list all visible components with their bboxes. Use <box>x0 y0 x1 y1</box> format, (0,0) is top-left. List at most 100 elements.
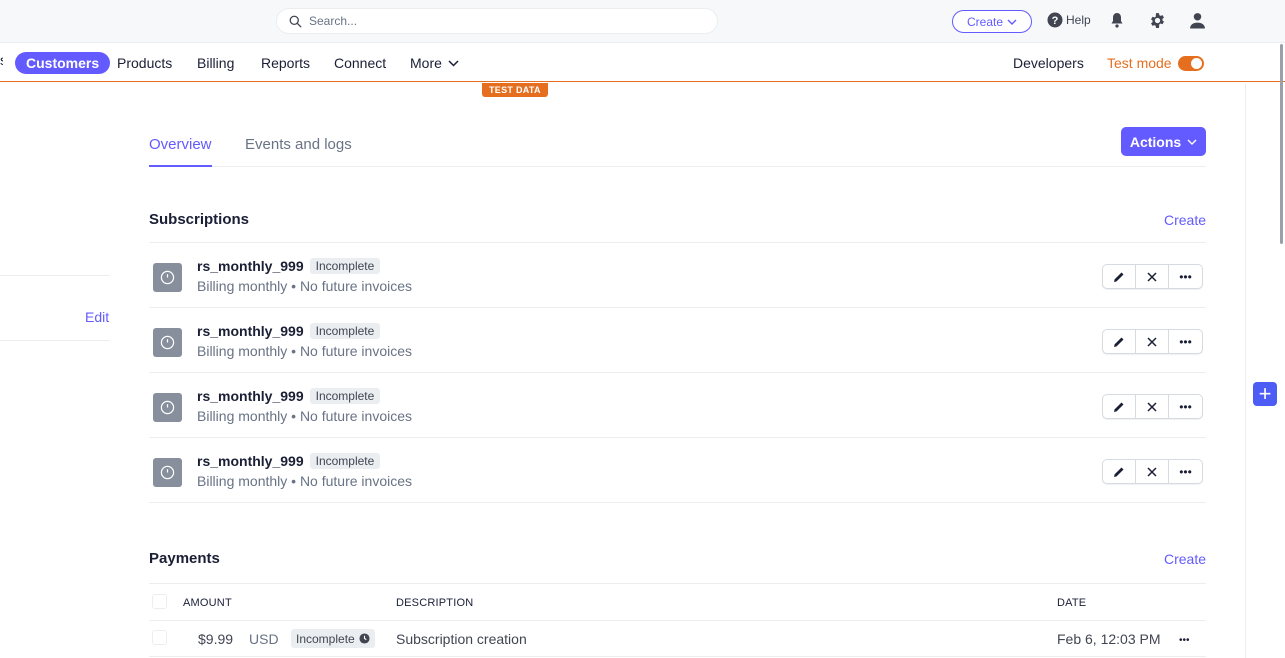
create-subscription-link[interactable]: Create <box>1164 212 1206 228</box>
svg-text:?: ? <box>1052 15 1059 27</box>
test-mode-toggle[interactable]: Test mode <box>1107 55 1204 71</box>
divider <box>149 583 1206 584</box>
nav-item-reports[interactable]: Reports <box>261 52 310 74</box>
subscription-name-text: rs_monthly_999 <box>197 453 304 469</box>
gear-icon <box>1150 12 1164 28</box>
settings-button[interactable] <box>1148 11 1166 29</box>
column-header-description[interactable]: DESCRIPTION <box>396 597 473 609</box>
subscription-row[interactable]: rs_monthly_999 Incomplete Billing monthly… <box>149 438 1206 503</box>
payment-description: Subscription creation <box>396 631 527 647</box>
subscription-description: Billing monthly • No future invoices <box>197 278 412 294</box>
cancel-button[interactable] <box>1136 330 1169 353</box>
subscription-icon <box>153 458 182 487</box>
developers-link[interactable]: Developers <box>1013 52 1084 74</box>
subscription-name[interactable]: rs_monthly_999 Incomplete <box>197 388 381 404</box>
close-icon <box>1147 466 1157 477</box>
edit-button[interactable] <box>1103 265 1136 288</box>
edit-button[interactable] <box>1103 395 1136 418</box>
pencil-icon <box>1114 337 1124 347</box>
subscription-description: Billing monthly • No future invoices <box>197 343 412 359</box>
left-divider <box>0 340 110 341</box>
main-nav: s Customers Products Billing Reports Con… <box>0 43 1285 82</box>
ellipsis-icon: ••• <box>1179 269 1192 284</box>
subscription-name-text: rs_monthly_999 <box>197 388 304 404</box>
help-button[interactable]: ? Help <box>1047 12 1091 28</box>
close-icon <box>1147 401 1157 412</box>
edit-button[interactable] <box>1103 330 1136 353</box>
notifications-button[interactable] <box>1108 11 1126 29</box>
nav-item-more[interactable]: More <box>410 52 459 74</box>
subscription-row[interactable]: rs_monthly_999 Incomplete Billing monthly… <box>149 243 1206 308</box>
payment-date: Feb 6, 12:03 PM <box>1057 631 1161 647</box>
nav-item-truncated[interactable]: s <box>0 52 3 68</box>
cancel-button[interactable] <box>1136 460 1169 483</box>
ellipsis-icon: ••• <box>1179 399 1192 414</box>
nav-item-connect[interactable]: Connect <box>334 52 386 74</box>
more-label: More <box>410 55 442 71</box>
test-mode-label: Test mode <box>1107 55 1172 71</box>
user-icon <box>1189 12 1205 28</box>
subscription-name[interactable]: rs_monthly_999 Incomplete <box>197 453 381 469</box>
tab-events-and-logs[interactable]: Events and logs <box>245 136 352 165</box>
status-badge: Incomplete <box>291 629 375 648</box>
pencil-icon <box>1114 402 1124 412</box>
add-button[interactable]: + <box>1253 382 1277 406</box>
create-dropdown-button[interactable]: Create <box>952 10 1032 33</box>
row-checkbox[interactable] <box>152 630 167 645</box>
column-header-date[interactable]: DATE <box>1057 597 1086 609</box>
nav-item-products[interactable]: Products <box>117 52 172 74</box>
pencil-icon <box>1114 467 1124 477</box>
create-label: Create <box>966 14 1004 29</box>
ellipsis-icon: ••• <box>1179 464 1192 479</box>
subscription-row[interactable]: rs_monthly_999 Incomplete Billing monthly… <box>149 308 1206 373</box>
more-button[interactable]: ••• <box>1169 460 1202 483</box>
nav-item-billing[interactable]: Billing <box>197 52 234 74</box>
edit-button[interactable] <box>1103 460 1136 483</box>
edit-link[interactable]: Edit <box>85 309 109 325</box>
search-input[interactable] <box>309 14 689 28</box>
tab-overview[interactable]: Overview <box>149 136 212 167</box>
subscription-name-text: rs_monthly_999 <box>197 323 304 339</box>
clock-icon <box>160 270 175 285</box>
row-more-button[interactable]: ••• <box>1179 635 1190 646</box>
subscription-actions: ••• <box>1102 459 1203 484</box>
payment-amount: $9.99 <box>198 631 234 647</box>
account-button[interactable] <box>1188 11 1206 29</box>
status-badge: Incomplete <box>309 453 381 469</box>
cancel-button[interactable] <box>1136 395 1169 418</box>
actions-button[interactable]: Actions <box>1121 127 1206 156</box>
status-text: Incomplete <box>296 631 355 646</box>
search-box[interactable] <box>276 8 718 34</box>
help-circle-icon: ? <box>1047 12 1063 28</box>
right-rail-divider <box>1245 84 1246 658</box>
subscription-icon <box>153 328 182 357</box>
ellipsis-icon: ••• <box>1179 635 1190 646</box>
clock-icon <box>359 633 370 644</box>
chevron-down-icon <box>448 59 459 67</box>
search-icon <box>289 15 302 27</box>
status-badge: Incomplete <box>309 258 381 274</box>
column-header-amount[interactable]: AMOUNT <box>183 597 232 609</box>
clock-icon <box>160 335 175 350</box>
nav-item-customers[interactable]: Customers <box>15 52 111 74</box>
more-button[interactable]: ••• <box>1169 395 1202 418</box>
subscription-row[interactable]: rs_monthly_999 Incomplete Billing monthly… <box>149 373 1206 438</box>
clock-icon <box>160 400 175 415</box>
subscription-name[interactable]: rs_monthly_999 Incomplete <box>197 323 381 339</box>
create-payment-link[interactable]: Create <box>1164 551 1206 567</box>
toggle-switch[interactable] <box>1177 55 1204 71</box>
cancel-button[interactable] <box>1136 265 1169 288</box>
subscription-actions: ••• <box>1102 394 1203 419</box>
more-button[interactable]: ••• <box>1169 330 1202 353</box>
subscription-description: Billing monthly • No future invoices <box>197 408 412 424</box>
subscription-description: Billing monthly • No future invoices <box>197 473 412 489</box>
subscription-name[interactable]: rs_monthly_999 Incomplete <box>197 258 381 274</box>
subscription-icon <box>153 393 182 422</box>
actions-label: Actions <box>1129 133 1182 150</box>
scrollbar[interactable] <box>1280 44 1283 244</box>
divider <box>149 620 1206 621</box>
more-button[interactable]: ••• <box>1169 265 1202 288</box>
select-all-checkbox[interactable] <box>152 594 167 609</box>
top-bar: Create ? Help <box>0 0 1285 43</box>
ellipsis-icon: ••• <box>1179 334 1192 349</box>
